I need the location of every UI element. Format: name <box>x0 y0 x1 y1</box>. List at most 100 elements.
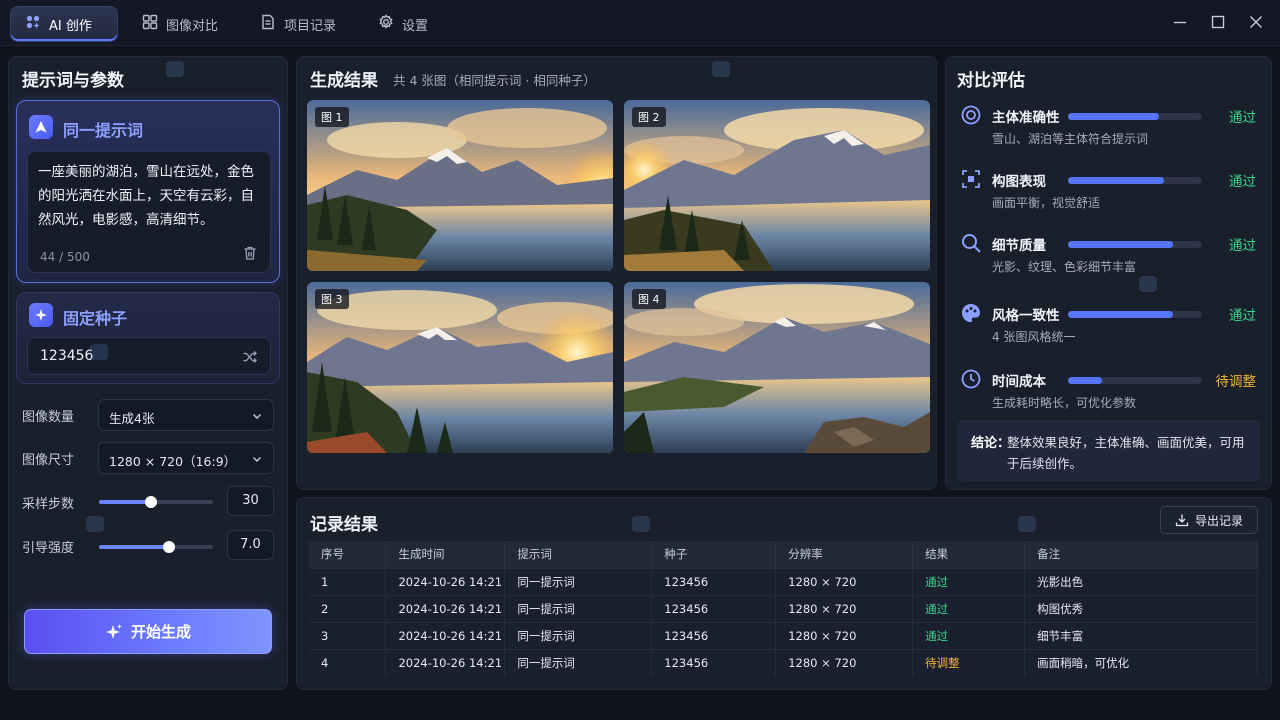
guidance-slider-fill <box>99 545 169 549</box>
seed-input[interactable]: 123456 <box>27 337 271 375</box>
eval-score-fill <box>1068 177 1165 184</box>
panel-title-records: 记录结果 <box>310 515 378 535</box>
tab-ai-create[interactable]: AI 创作 <box>10 6 118 42</box>
column-header: 提示词 <box>504 541 653 568</box>
result-cell: 待调整 <box>912 648 1026 676</box>
table-cell: 2024-10-26 14:21 <box>385 621 506 649</box>
eval-row-subject: 主体准确性 通过 雪山、湖泊等主体符合提示词 <box>960 104 1256 154</box>
result-image-4[interactable]: 图 4 <box>624 282 930 453</box>
prompt-icon <box>29 115 53 139</box>
panel-title-params: 提示词与参数 <box>22 71 124 91</box>
trash-icon[interactable] <box>242 245 258 261</box>
export-button-label: 导出记录 <box>1194 513 1243 528</box>
result-image-1[interactable]: 图 1 <box>307 100 613 271</box>
eval-desc: 画面平衡，视觉舒适 <box>992 196 1101 210</box>
char-counter: 44 / 500 <box>40 250 90 264</box>
frame-focus-icon <box>960 168 982 190</box>
table-cell: 1280 × 720 <box>775 648 914 676</box>
seed-card: 固定种子 123456 <box>16 292 280 384</box>
result-cell: 通过 <box>912 567 1026 595</box>
table-row[interactable]: 4 2024-10-26 14:21 同一提示词 123456 1280 × 7… <box>309 648 1258 676</box>
maximize-icon[interactable] <box>1210 14 1226 30</box>
eval-score-bar <box>1068 113 1202 120</box>
table-cell: 同一提示词 <box>504 621 653 649</box>
guidance-slider[interactable] <box>99 541 213 553</box>
size-select-value: 1280 × 720（16:9） <box>109 454 237 469</box>
table-cell: 同一提示词 <box>504 648 653 676</box>
close-icon[interactable] <box>1248 14 1264 30</box>
compare-grid-icon <box>142 14 158 34</box>
steps-slider[interactable] <box>99 496 213 508</box>
table-cell: 2 <box>309 594 387 622</box>
eval-status: 通过 <box>1229 308 1256 324</box>
export-button[interactable]: 导出记录 <box>1160 506 1258 534</box>
steps-slider-fill <box>99 500 152 504</box>
column-header: 备注 <box>1024 541 1258 568</box>
guidance-input[interactable]: 7.0 <box>227 530 274 560</box>
column-header: 生成时间 <box>385 541 506 568</box>
eval-score-bar <box>1068 177 1202 184</box>
eval-score-bar <box>1068 241 1202 248</box>
steps-input[interactable]: 30 <box>227 486 274 516</box>
tab-settings[interactable]: 设置 <box>364 6 442 42</box>
count-select-value: 生成4张 <box>109 411 155 426</box>
seed-value[interactable]: 123456 <box>40 348 93 364</box>
watermark-icon <box>86 516 104 532</box>
prompt-textarea[interactable]: 一座美丽的湖泊，雪山在远处，金色的阳光洒在水面上，天空有云彩，自然风光，电影感，… <box>27 151 271 273</box>
tab-label: 设置 <box>402 18 429 34</box>
eval-name: 风格一致性 <box>992 308 1060 324</box>
table-cell: 1280 × 720 <box>775 594 914 622</box>
table-cell: 123456 <box>651 594 777 622</box>
guidance-label: 引导强度 <box>22 541 75 556</box>
landscape-image <box>307 100 613 271</box>
table-cell: 2024-10-26 14:21 <box>385 594 506 622</box>
panel-title-results: 生成结果 <box>310 71 378 91</box>
eval-status: 待调整 <box>1215 374 1257 390</box>
table-cell: 123456 <box>651 621 777 649</box>
table-row[interactable]: 1 2024-10-26 14:21 同一提示词 123456 1280 × 7… <box>309 567 1258 595</box>
watermark-icon <box>712 61 730 77</box>
result-cell: 通过 <box>912 594 1026 622</box>
table-cell: 1 <box>309 567 387 595</box>
table-cell: 构图优秀 <box>1024 594 1258 622</box>
watermark-icon <box>1018 516 1036 532</box>
eval-desc: 雪山、湖泊等主体符合提示词 <box>992 132 1149 146</box>
sparkle-icon <box>29 303 53 327</box>
prompt-text[interactable]: 一座美丽的湖泊，雪山在远处，金色的阳光洒在水面上，天空有云彩，自然风光，电影感，… <box>38 160 266 232</box>
top-bar: AI 创作 图像对比 项目记录 设置 <box>0 0 1280 46</box>
shuffle-icon[interactable] <box>242 349 258 365</box>
sparkles-grid-icon <box>25 14 41 34</box>
minimize-icon[interactable] <box>1172 14 1188 30</box>
table-header-row: 序号 生成时间 提示词 种子 分辨率 结果 备注 <box>309 541 1258 568</box>
image-label: 图 4 <box>632 289 666 309</box>
generate-button[interactable]: 开始生成 <box>24 609 272 654</box>
table-row[interactable]: 3 2024-10-26 14:21 同一提示词 123456 1280 × 7… <box>309 621 1258 649</box>
tab-project-records[interactable]: 项目记录 <box>246 6 350 42</box>
gear-icon <box>378 14 394 34</box>
guidance-slider-thumb[interactable] <box>162 541 175 553</box>
column-header: 种子 <box>651 541 777 568</box>
table-cell: 细节丰富 <box>1024 621 1258 649</box>
conclusion-text: 整体效果良好，主体准确、画面优美，可用于后续创作。 <box>1007 435 1245 471</box>
result-image-3[interactable]: 图 3 <box>307 282 613 453</box>
eval-row-time: 时间成本 待调整 生成耗时略长，可优化参数 <box>960 368 1256 418</box>
sparkle-icon <box>105 623 122 639</box>
result-cell: 通过 <box>912 621 1026 649</box>
column-header: 序号 <box>309 541 387 568</box>
count-select[interactable]: 生成4张 <box>98 399 274 431</box>
size-select[interactable]: 1280 × 720（16:9） <box>98 442 274 474</box>
watermark-icon <box>90 344 108 360</box>
result-image-2[interactable]: 图 2 <box>624 100 930 271</box>
table-cell: 3 <box>309 621 387 649</box>
table-cell: 同一提示词 <box>504 567 653 595</box>
table-row[interactable]: 2 2024-10-26 14:21 同一提示词 123456 1280 × 7… <box>309 594 1258 622</box>
eval-score-bar <box>1068 377 1202 384</box>
column-header: 分辨率 <box>775 541 914 568</box>
tab-image-compare[interactable]: 图像对比 <box>128 6 232 42</box>
chevron-down-icon <box>253 457 261 462</box>
eval-status: 通过 <box>1229 174 1256 190</box>
eval-score-fill <box>1068 241 1173 248</box>
clock-icon <box>960 368 982 390</box>
tab-label: AI 创作 <box>49 18 92 34</box>
landscape-image <box>307 282 613 453</box>
